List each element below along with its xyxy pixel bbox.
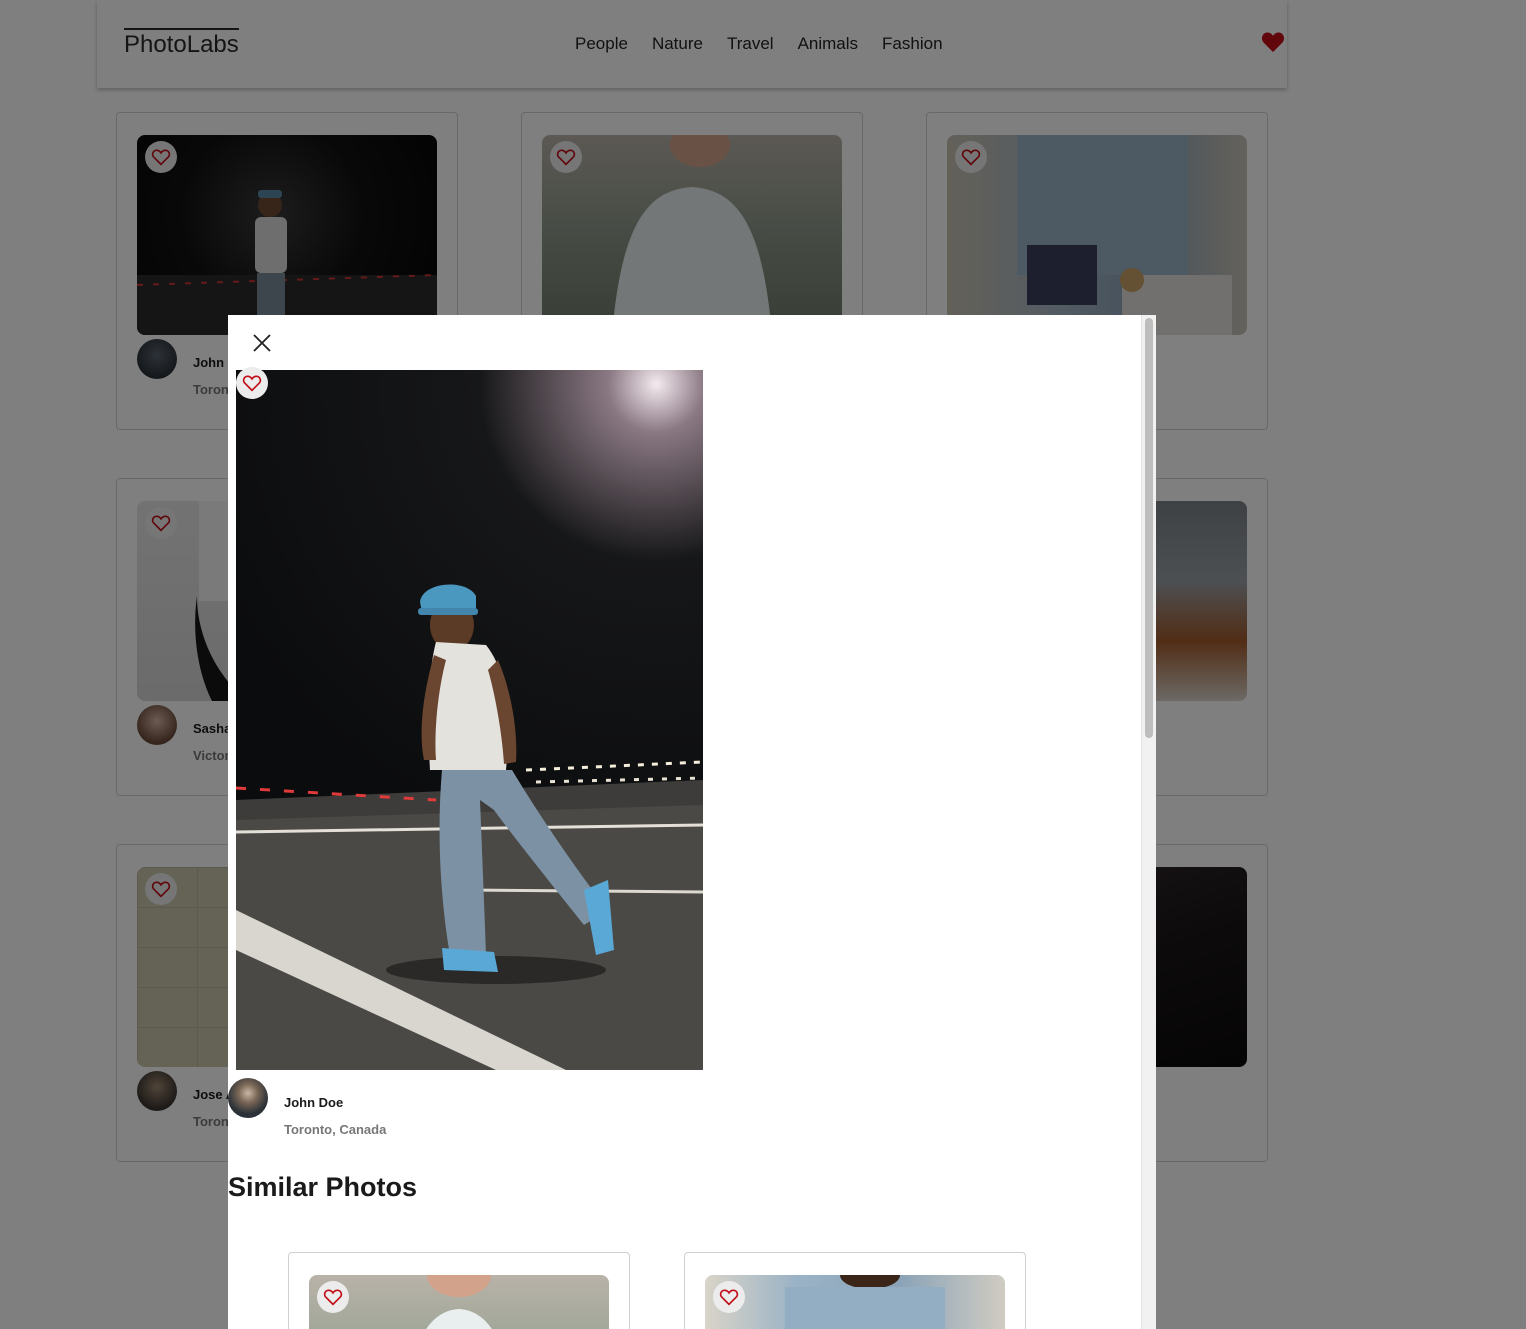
photo-details-modal: John Doe Toronto, Canada Similar Photos (228, 315, 1156, 1329)
photographer-avatar (228, 1078, 268, 1118)
selected-photo (236, 370, 703, 1070)
favorite-button[interactable] (713, 1281, 745, 1313)
photo-woman-white-top[interactable] (309, 1275, 609, 1329)
modal-scrollbar[interactable] (1141, 315, 1156, 1329)
photographer-name: John Doe (284, 1095, 344, 1110)
heart-outline-icon (242, 375, 262, 392)
close-icon[interactable] (252, 333, 272, 353)
photographer-location: Toronto, Canada (284, 1122, 387, 1137)
heart-outline-icon (323, 1289, 343, 1306)
photo-man-denim-shirt[interactable] (705, 1275, 1005, 1329)
similar-photos-heading: Similar Photos (228, 1172, 418, 1202)
favorite-button[interactable] (236, 367, 268, 399)
favorite-button[interactable] (317, 1281, 349, 1313)
similar-photo-card[interactable] (684, 1252, 1026, 1329)
similar-photo-card[interactable] (288, 1252, 630, 1329)
heart-outline-icon (719, 1289, 739, 1306)
scrollbar-thumb[interactable] (1145, 318, 1153, 738)
